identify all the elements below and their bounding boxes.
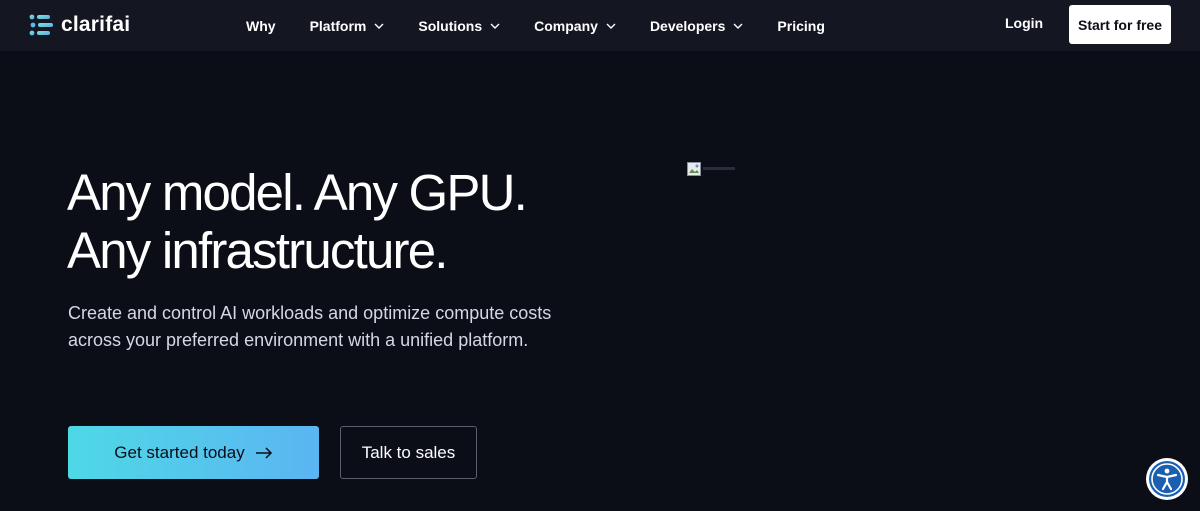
nav-label-solutions: Solutions xyxy=(418,17,483,34)
hero-headline-line-2: Any infrastructure. xyxy=(67,222,448,279)
get-started-button[interactable]: Get started today xyxy=(68,426,319,479)
chevron-down-icon xyxy=(733,23,743,29)
chevron-down-icon xyxy=(374,23,384,29)
main-nav: Why Platform Solutions Company Developer… xyxy=(246,0,859,51)
nav-item-solutions[interactable]: Solutions xyxy=(418,18,500,34)
nav-item-why[interactable]: Why xyxy=(246,18,276,34)
nav-label-pricing: Pricing xyxy=(777,17,825,34)
chevron-down-icon xyxy=(490,23,500,29)
nav-item-company[interactable]: Company xyxy=(534,18,616,34)
brand-name: clarifai xyxy=(61,13,131,36)
arrow-right-icon xyxy=(255,446,272,459)
hero-headline-line-1: Any model. Any GPU. xyxy=(67,164,528,221)
nav-item-pricing[interactable]: Pricing xyxy=(777,18,824,34)
clarifai-logo-icon xyxy=(29,14,53,36)
talk-to-sales-button[interactable]: Talk to sales xyxy=(340,426,477,479)
hero-subtext: Create and control AI workloads and opti… xyxy=(68,300,628,354)
broken-image-icon xyxy=(687,162,735,176)
start-for-free-button[interactable]: Start for free xyxy=(1069,5,1171,44)
chevron-down-icon xyxy=(606,23,616,29)
accessibility-button[interactable] xyxy=(1146,458,1188,500)
nav-label-platform: Platform xyxy=(309,17,367,34)
hero-subtext-line-1: Create and control AI workloads and opti… xyxy=(68,303,552,323)
hero-headline: Any model. Any GPU. Any infrastructure. xyxy=(67,164,627,280)
hero-subtext-line-2: across your preferred environment with a… xyxy=(68,330,529,350)
nav-item-developers[interactable]: Developers xyxy=(650,18,743,34)
login-link[interactable]: Login xyxy=(1005,15,1043,31)
nav-label-company: Company xyxy=(534,17,598,34)
clarifai-logo[interactable]: clarifai xyxy=(29,13,130,37)
nav-label-why: Why xyxy=(246,17,276,34)
nav-label-developers: Developers xyxy=(649,17,726,34)
get-started-label: Get started today xyxy=(114,442,245,462)
accessibility-icon xyxy=(1149,461,1185,497)
top-nav-bar: clarifai Why Platform Solutions Company … xyxy=(0,0,1200,51)
nav-item-platform[interactable]: Platform xyxy=(310,18,385,34)
